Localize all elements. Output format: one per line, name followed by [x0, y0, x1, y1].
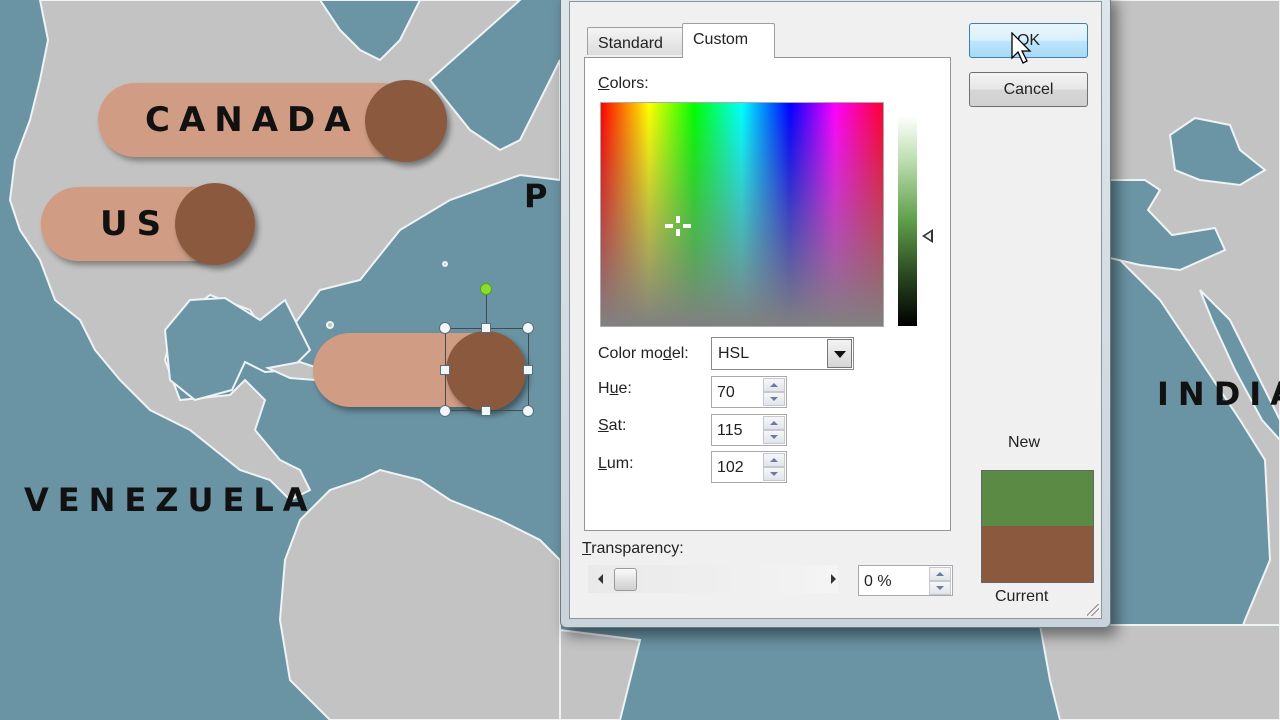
cancel-button[interactable]: Cancel [969, 72, 1088, 107]
lum-label: Lum: [598, 455, 634, 472]
color-model-label: Color model: [598, 345, 689, 362]
colors-dialog: Standard Custom Colors: Color model: HSL… [560, 0, 1111, 628]
crosshair-icon-part [676, 229, 680, 236]
lum-down-icon[interactable] [763, 467, 785, 481]
hue-spinner[interactable]: 70 [711, 376, 787, 408]
resize-handle-w[interactable] [440, 365, 450, 375]
callout-label: US [100, 204, 171, 244]
resize-grip-icon[interactable] [1087, 604, 1099, 616]
arrow-left-icon[interactable] [598, 574, 603, 584]
transparency-spinner[interactable]: 0 % [858, 565, 953, 596]
hue-label: Hue: [598, 380, 632, 397]
color-spectrum-picker[interactable] [600, 102, 884, 327]
sat-up-icon[interactable] [763, 416, 785, 430]
resize-handle-se[interactable] [522, 405, 534, 417]
sat-value[interactable]: 115 [717, 422, 743, 440]
luminance-arrow-icon[interactable] [922, 229, 933, 243]
tab-custom-label: Custom [693, 31, 749, 48]
transparency-thumb[interactable] [614, 568, 637, 591]
callout-us-dot[interactable] [175, 183, 255, 265]
transparency-down-icon[interactable] [929, 581, 951, 595]
tab-standard[interactable]: Standard [587, 27, 688, 55]
transparency-value[interactable]: 0 % [864, 573, 892, 591]
callout-canada-dot[interactable] [365, 80, 447, 162]
tab-standard-label: Standard [598, 35, 663, 52]
map-label-partial: P [524, 177, 557, 215]
chevron-down-icon[interactable] [827, 339, 852, 368]
color-model-select[interactable]: HSL [711, 337, 854, 370]
lum-spinner[interactable]: 102 [711, 451, 787, 483]
map-label-india: INDIA [1157, 375, 1280, 413]
resize-handle-s[interactable] [481, 406, 491, 416]
custom-tab-panel: Colors: Color model: HSL Hue: 70 Sat: 11… [584, 57, 951, 531]
transparency-label: Transparency: [582, 540, 684, 557]
preview-current-swatch [982, 526, 1093, 582]
color-model-value: HSL [718, 345, 750, 362]
sat-label: Sat: [598, 417, 627, 434]
colors-label: Colors: [598, 75, 649, 92]
arrow-right-icon[interactable] [831, 574, 836, 584]
callout-label: CANADA [145, 100, 360, 140]
mouse-cursor-icon [1011, 32, 1032, 64]
hue-value[interactable]: 70 [717, 384, 735, 402]
crosshair-icon [676, 216, 680, 223]
selection-frame [445, 328, 529, 411]
luminance-slider[interactable] [898, 116, 917, 326]
preview-new-label: New [1008, 434, 1041, 451]
hue-down-icon[interactable] [763, 392, 785, 406]
tab-custom[interactable]: Custom [682, 23, 775, 58]
hue-up-icon[interactable] [763, 378, 785, 392]
transparency-up-icon[interactable] [929, 567, 951, 581]
resize-handle-ne[interactable] [522, 322, 534, 334]
transparency-slider[interactable] [588, 565, 838, 593]
dialog-body: Standard Custom Colors: Color model: HSL… [569, 1, 1102, 619]
resize-handle-n[interactable] [481, 323, 491, 333]
lum-value[interactable]: 102 [717, 459, 744, 477]
lum-up-icon[interactable] [763, 453, 785, 467]
resize-handle-sw[interactable] [439, 405, 451, 417]
crosshair-icon-part [665, 224, 673, 228]
preview-new-swatch [982, 471, 1093, 526]
rotate-handle[interactable] [480, 283, 492, 295]
sat-spinner[interactable]: 115 [711, 414, 787, 446]
preview-current-label: Current [995, 588, 1049, 605]
crosshair-icon-part [683, 224, 691, 228]
sat-down-icon[interactable] [763, 430, 785, 444]
map-label-venezuela: VENEZUELA [24, 481, 317, 519]
resize-handle-nw[interactable] [439, 322, 451, 334]
resize-handle-e[interactable] [523, 365, 533, 375]
